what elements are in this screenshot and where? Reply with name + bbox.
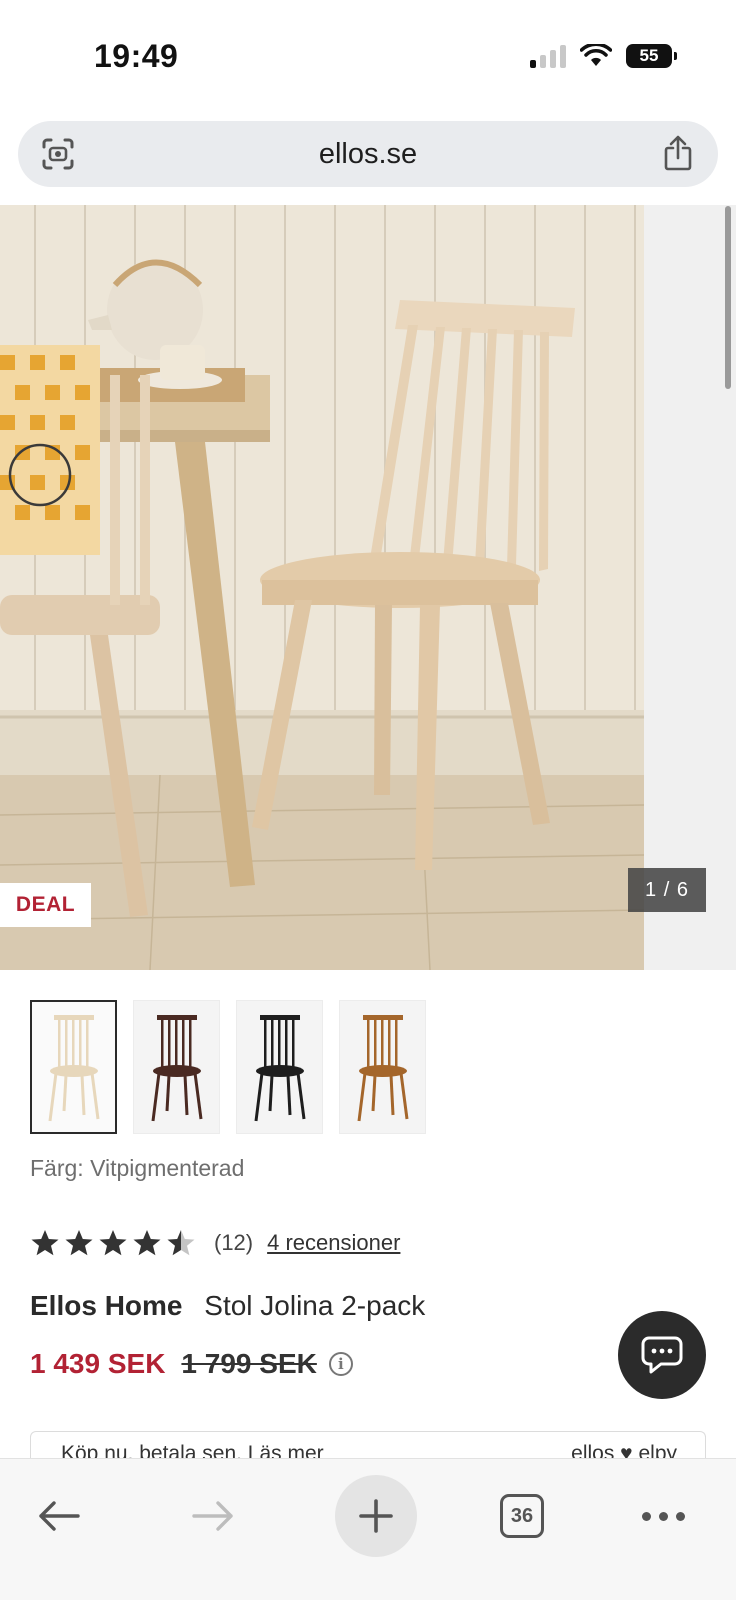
reviews-link[interactable]: 4 recensioner <box>267 1230 400 1256</box>
star-half-icon <box>167 1230 195 1256</box>
new-tab-button[interactable] <box>335 1475 417 1557</box>
color-thumbnail-white-pigmented[interactable] <box>30 1000 117 1134</box>
color-thumbnail-black[interactable] <box>236 1000 323 1134</box>
status-bar: 19:49 55 <box>0 0 736 115</box>
tabs-button[interactable]: 36 <box>481 1475 563 1557</box>
chair-thumbnail-icon <box>254 1015 305 1122</box>
more-button[interactable] <box>622 1475 704 1557</box>
tabs-count: 36 <box>500 1494 544 1538</box>
wifi-icon <box>580 44 612 66</box>
plus-icon <box>359 1499 393 1533</box>
chat-button[interactable] <box>618 1311 706 1399</box>
color-thumbnail-dark-brown[interactable] <box>133 1000 220 1134</box>
rating-count: (12) <box>214 1230 254 1255</box>
browser-toolbar: 36 <box>0 1458 736 1600</box>
product-brand[interactable]: Ellos Home <box>30 1290 182 1321</box>
share-icon[interactable] <box>660 134 696 172</box>
rating-row[interactable]: (12) 4 recensioner <box>30 1228 400 1258</box>
color-thumbnails <box>30 1000 426 1134</box>
chair-thumbnail-icon <box>48 1015 99 1122</box>
deal-badge: DEAL <box>0 883 91 927</box>
color-value: Vitpigmenterad <box>90 1155 245 1181</box>
scroll-indicator <box>725 206 731 389</box>
url-bar[interactable]: ellos.se <box>18 121 718 187</box>
star-full-icon <box>133 1230 161 1256</box>
price-current: 1 439 SEK <box>30 1348 166 1379</box>
arrow-left-icon <box>39 1501 80 1531</box>
color-label-prefix: Färg: <box>30 1155 84 1181</box>
star-full-icon <box>31 1230 59 1256</box>
image-counter: 1 / 6 <box>628 868 706 912</box>
battery-icon: 55 <box>626 44 677 68</box>
star-full-icon <box>65 1230 93 1256</box>
product-title: Ellos Home Stol Jolina 2-pack <box>30 1290 425 1322</box>
rating-stars <box>30 1228 196 1258</box>
price-row: 1 439 SEK 1 799 SEK i <box>30 1348 353 1380</box>
chair-thumbnail-icon <box>357 1015 408 1122</box>
info-icon[interactable]: i <box>328 1352 353 1376</box>
more-icon <box>641 1511 685 1521</box>
product-name: Stol Jolina 2-pack <box>204 1290 426 1321</box>
price-original: 1 799 SEK <box>181 1348 317 1379</box>
arrow-right-icon <box>192 1501 233 1531</box>
product-photo <box>0 205 644 970</box>
star-full-icon <box>99 1230 127 1256</box>
status-icons: 55 <box>530 44 677 68</box>
status-time: 19:49 <box>94 38 179 74</box>
product-image[interactable] <box>0 205 644 970</box>
color-label: Färg: Vitpigmenterad <box>30 1155 244 1182</box>
forward-button[interactable] <box>172 1475 254 1557</box>
color-thumbnail-oak-brown[interactable] <box>339 1000 426 1134</box>
chair-thumbnail-icon <box>151 1015 202 1122</box>
chat-icon <box>641 1336 683 1374</box>
back-button[interactable] <box>18 1475 100 1557</box>
next-image-peek[interactable] <box>644 205 736 970</box>
cellular-signal-icon <box>530 44 566 68</box>
url-text[interactable]: ellos.se <box>18 138 718 171</box>
